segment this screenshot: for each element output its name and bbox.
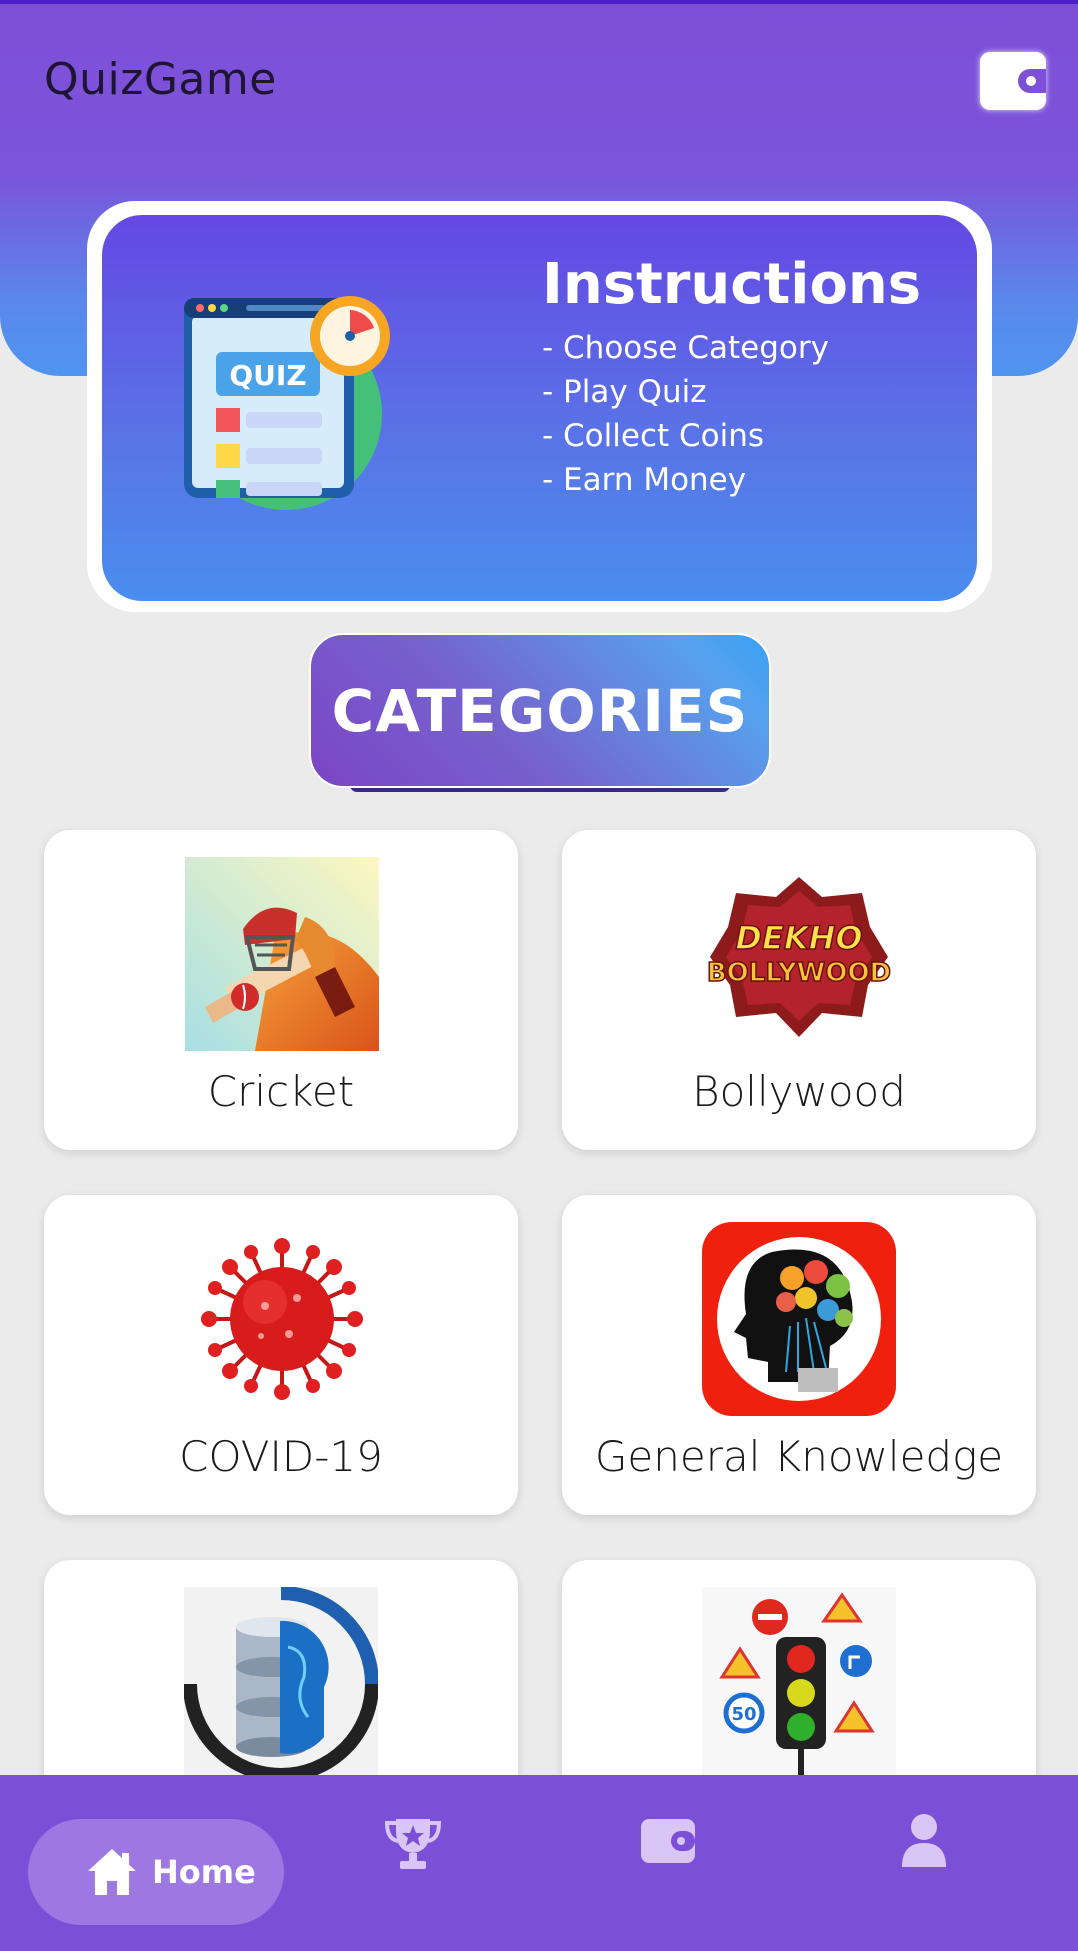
category-label: Bollywood bbox=[692, 1067, 906, 1116]
wallet-icon[interactable] bbox=[641, 1817, 695, 1865]
instructions-list: - Choose Category - Play Quiz - Collect … bbox=[542, 326, 829, 502]
app-title: QuizGame bbox=[44, 54, 277, 105]
trophy-icon[interactable] bbox=[384, 1815, 442, 1871]
svg-text:50: 50 bbox=[731, 1704, 756, 1725]
home-icon bbox=[88, 1849, 136, 1895]
traffic-signs-icon: 50 bbox=[702, 1587, 896, 1781]
profile-icon[interactable] bbox=[900, 1813, 948, 1867]
category-card-cricket[interactable]: Cricket bbox=[44, 830, 518, 1150]
categories-button-label: CATEGORIES bbox=[331, 676, 749, 745]
svg-text:BOLLYWOOD: BOLLYWOOD bbox=[707, 958, 891, 988]
instruction-line: - Earn Money bbox=[542, 462, 747, 498]
svg-text:DEKHO: DEKHO bbox=[735, 919, 862, 957]
instructions-title: Instructions bbox=[542, 252, 922, 317]
virus-icon bbox=[201, 1238, 363, 1400]
categories-button[interactable]: CATEGORIES bbox=[309, 633, 771, 788]
quiz-illus-text: QUIZ bbox=[229, 359, 306, 392]
category-card-bollywood[interactable]: DEKHO BOLLYWOOD Bollywood bbox=[562, 830, 1036, 1150]
database-globe-icon bbox=[184, 1587, 378, 1781]
category-label: COVID-19 bbox=[179, 1432, 383, 1481]
bottom-navigation: Home bbox=[0, 1775, 1078, 1951]
instruction-line: - Choose Category bbox=[542, 330, 829, 366]
nav-home-button[interactable]: Home bbox=[28, 1819, 284, 1925]
category-card-general-knowledge[interactable]: General Knowledge bbox=[562, 1195, 1036, 1515]
dekho-bollywood-logo: DEKHO BOLLYWOOD bbox=[706, 877, 892, 1037]
instruction-line: - Play Quiz bbox=[542, 374, 707, 410]
brain-head-icon bbox=[702, 1222, 896, 1416]
category-label: Cricket bbox=[207, 1067, 355, 1116]
category-card-covid-19[interactable]: COVID-19 bbox=[44, 1195, 518, 1515]
category-label: General Knowledge bbox=[594, 1432, 1004, 1481]
nav-home-label: Home bbox=[152, 1853, 256, 1891]
cricket-batsman-icon bbox=[185, 857, 379, 1051]
wallet-icon[interactable] bbox=[980, 52, 1046, 110]
quiz-clipboard-icon: QUIZ bbox=[184, 296, 390, 510]
instruction-line: - Collect Coins bbox=[542, 418, 765, 454]
